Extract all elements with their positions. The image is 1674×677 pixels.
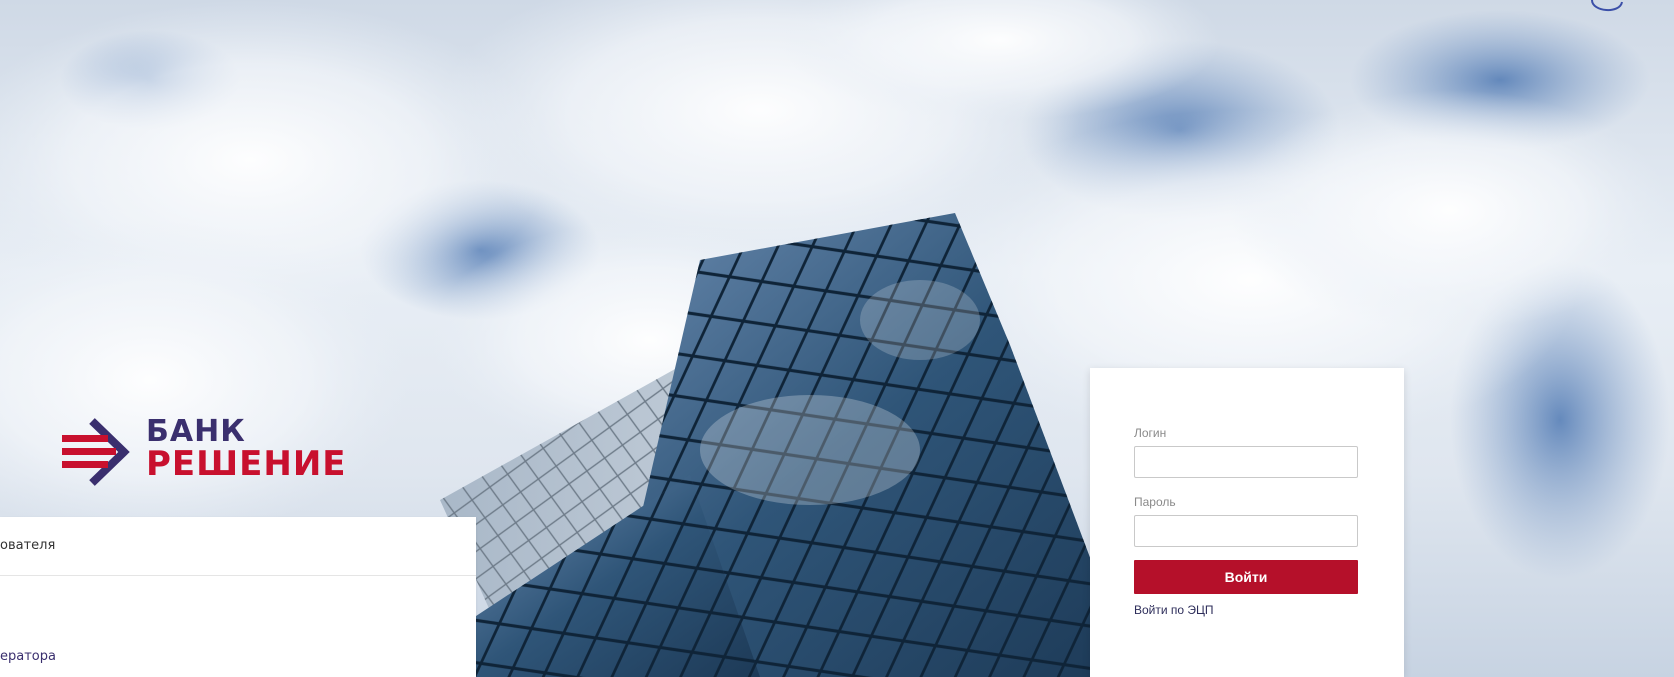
login-form: Логин Пароль Войти Войти по ЭЦП (1090, 368, 1404, 677)
brand-logo: БАНК РЕШЕНИЕ (60, 415, 360, 495)
corner-circle-icon (1591, 0, 1623, 11)
login-button[interactable]: Войти (1134, 560, 1358, 594)
arrow-stripes-logo-icon (62, 418, 130, 486)
password-label: Пароль (1134, 495, 1176, 509)
left-panel-link-operator[interactable]: ератора (0, 649, 56, 664)
left-info-panel: ователя ератора (0, 517, 476, 677)
brand-name-line1: БАНК (146, 414, 246, 449)
ecp-login-link[interactable]: Войти по ЭЦП (1134, 603, 1214, 617)
password-input[interactable] (1134, 515, 1358, 547)
left-panel-row-user[interactable]: ователя (0, 517, 476, 576)
brand-name-line2: РЕШЕНИЕ (146, 444, 347, 484)
login-input[interactable] (1134, 446, 1358, 478)
login-page: БАНК РЕШЕНИЕ ователя ератора Логин Парол… (0, 0, 1674, 677)
login-label: Логин (1134, 426, 1167, 440)
